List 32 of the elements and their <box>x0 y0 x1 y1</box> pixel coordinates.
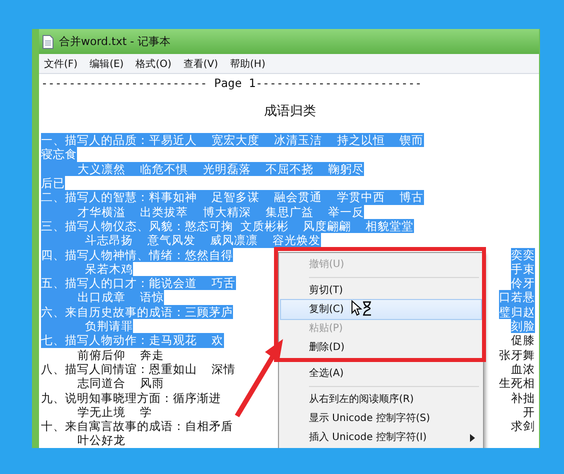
context-menu-item[interactable]: 显示 Unicode 控制字符(S) <box>281 409 481 428</box>
text-line: 开 <box>523 404 535 420</box>
text-line: 补拙 <box>511 390 535 405</box>
menu-bar-item[interactable]: 编辑(E) <box>90 56 124 70</box>
context-menu-item[interactable]: 从右到左的阅读顺序(R) <box>281 390 481 409</box>
text-line: 十、来自寓言故事的成语：自相矛盾 <box>41 419 233 434</box>
submenu-arrow-icon <box>470 434 475 442</box>
menu-bar-item[interactable]: 查看(V) <box>183 56 218 70</box>
text-line: 生死相 <box>499 376 535 391</box>
menu-bar-item[interactable]: 格式(O) <box>136 56 172 70</box>
window-title: 合并word.txt - 记事本 <box>59 34 171 49</box>
document-icon <box>42 34 54 48</box>
context-menu-item[interactable]: 删除(D) <box>281 338 481 357</box>
menu-bar-item[interactable]: 文件(F) <box>44 56 78 70</box>
text-line: 叶公好龙 <box>76 433 126 448</box>
text-line: 学无止境 学 <box>76 404 152 420</box>
text-line: 九、说明知事晓理方面：循序渐进 <box>41 390 221 405</box>
menu-bar-item[interactable]: 帮助(H) <box>230 56 266 70</box>
busy-cursor-icon <box>351 300 373 316</box>
context-menu-item[interactable]: 插入 Unicode 控制字符(I) <box>281 428 481 447</box>
context-menu-item[interactable]: 复制(C) <box>281 300 481 319</box>
text-line: 血浓 <box>511 362 535 376</box>
document-heading: 成语归类 <box>264 104 316 119</box>
text-line: 八、描写人间情谊：恩重如山 深情 <box>41 362 236 376</box>
page-header-text: ------------------------ Page 1------------------------ <box>41 76 422 90</box>
text-line: 志同道合 风雨 <box>76 376 164 391</box>
text-line: 求剑 <box>511 419 535 434</box>
text-line: 促膝 <box>511 333 535 348</box>
text-line: 张牙舞 <box>499 348 535 362</box>
text-line: 前俯后仰 奔走 <box>76 348 164 362</box>
context-menu-item[interactable]: 剪切(T) <box>281 281 481 300</box>
context-menu-item[interactable]: 全选(A) <box>281 364 481 383</box>
